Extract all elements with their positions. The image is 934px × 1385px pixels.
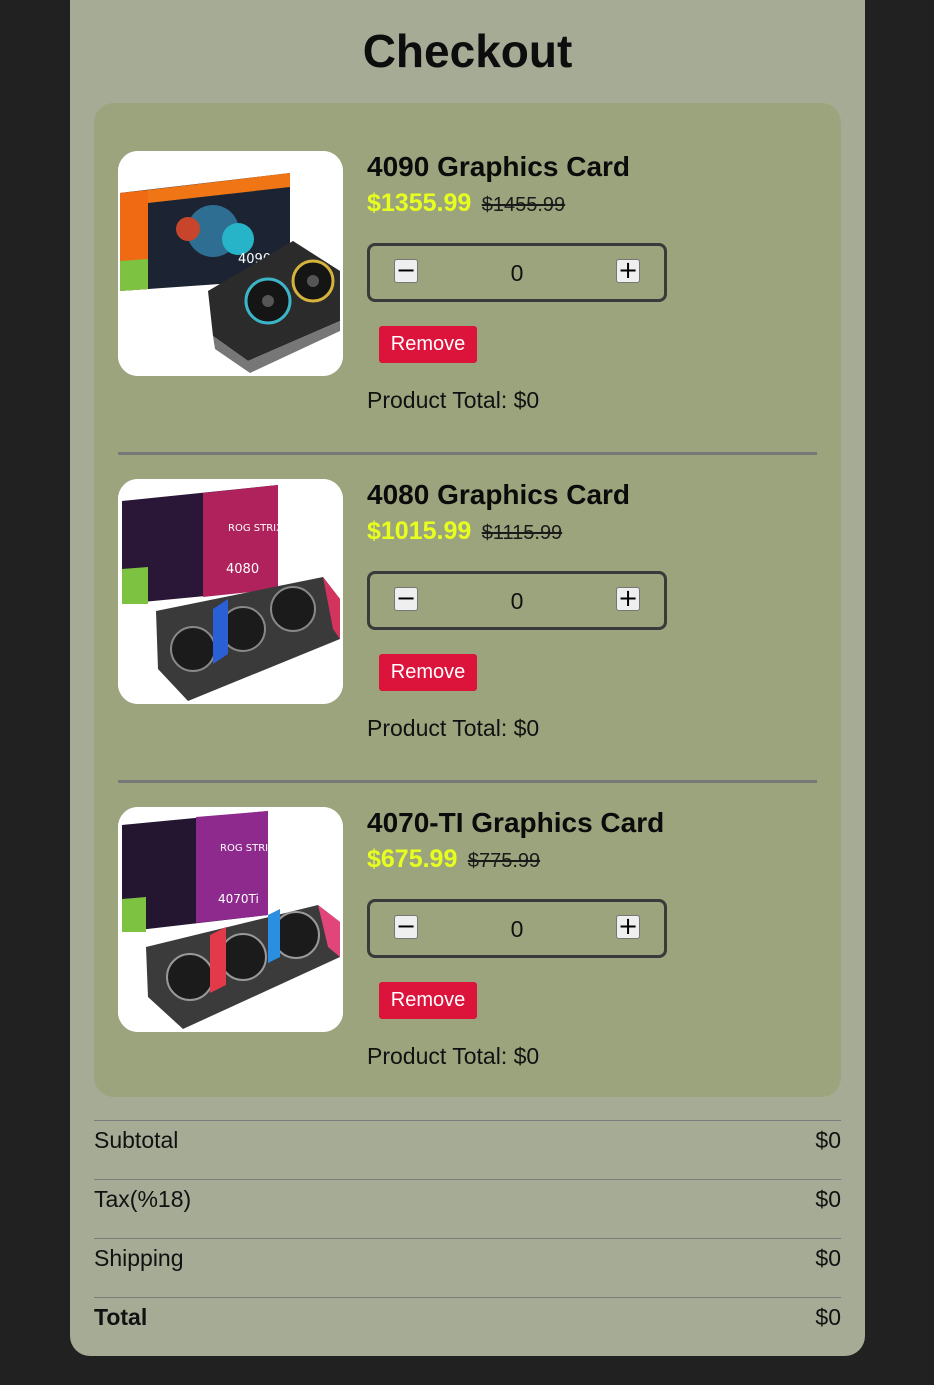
product-image: ROG STRIX 4080 <box>118 479 343 704</box>
quantity-stepper: − 0 + <box>367 243 667 302</box>
product-total: Product Total: $0 <box>367 387 540 413</box>
plus-icon[interactable]: + <box>616 258 640 283</box>
quantity-stepper: − 0 + <box>367 899 667 958</box>
subtotal-label: Subtotal <box>94 1127 179 1153</box>
svg-text:ROG STRIX: ROG STRIX <box>228 523 283 534</box>
shipping-value: $0 <box>815 1245 841 1271</box>
product-image: ROG STRIX 4070Ti <box>118 807 343 1032</box>
remove-button[interactable]: Remove <box>379 326 477 363</box>
price-row: $675.99 $775.99 <box>367 845 540 874</box>
sale-price: $675.99 <box>367 845 458 873</box>
total-value: $0 <box>815 1304 841 1330</box>
product-name: 4070-TI Graphics Card <box>367 807 665 838</box>
product-name: 4080 Graphics Card <box>367 479 631 510</box>
shipping-row: Shipping $0 <box>94 1238 841 1298</box>
plus-icon[interactable]: + <box>616 914 640 939</box>
product-image: 4090 <box>118 151 343 376</box>
original-price: $1115.99 <box>481 522 563 544</box>
tax-value: $0 <box>815 1186 841 1212</box>
remove-button[interactable]: Remove <box>379 654 477 691</box>
original-price: $775.99 <box>467 850 541 872</box>
item-divider <box>118 452 817 455</box>
quantity-stepper: − 0 + <box>367 571 667 630</box>
total-label: Total <box>94 1304 148 1330</box>
price-row: $1015.99 $1115.99 <box>367 517 562 546</box>
cart-item: ROG STRIX 4070Ti 4070-TI Graphics Card $… <box>118 807 817 1107</box>
price-row: $1355.99 $1455.99 <box>367 189 565 218</box>
product-name: 4090 Graphics Card <box>367 151 631 182</box>
product-total: Product Total: $0 <box>367 715 540 741</box>
sale-price: $1355.99 <box>367 189 472 217</box>
total-row: Total $0 <box>94 1297 841 1357</box>
tax-label: Tax(%18) <box>94 1186 192 1212</box>
subtotal-value: $0 <box>815 1127 841 1153</box>
plus-icon[interactable]: + <box>616 586 640 611</box>
cart-list: 4090 4090 Graphics Card $1355.99 $1455.9… <box>94 103 841 1097</box>
cart-item: 4090 4090 Graphics Card $1355.99 $1455.9… <box>118 151 817 455</box>
page-title: Checkout <box>362 25 573 77</box>
svg-text:4080: 4080 <box>226 562 259 577</box>
checkout-panel: Checkout 4090 4090 Graphics Card $1355.9… <box>70 0 865 1356</box>
cart-item: ROG STRIX 4080 4080 Graphics Card $1015.… <box>118 479 817 783</box>
shipping-label: Shipping <box>94 1245 184 1271</box>
sale-price: $1015.99 <box>367 517 472 545</box>
subtotal-row: Subtotal $0 <box>94 1120 841 1180</box>
svg-text:ROG STRIX: ROG STRIX <box>220 843 275 854</box>
original-price: $1455.99 <box>481 194 566 216</box>
item-divider <box>118 780 817 783</box>
svg-text:4070Ti: 4070Ti <box>218 892 259 906</box>
product-total: Product Total: $0 <box>367 1043 540 1069</box>
tax-row: Tax(%18) $0 <box>94 1179 841 1239</box>
remove-button[interactable]: Remove <box>379 982 477 1019</box>
